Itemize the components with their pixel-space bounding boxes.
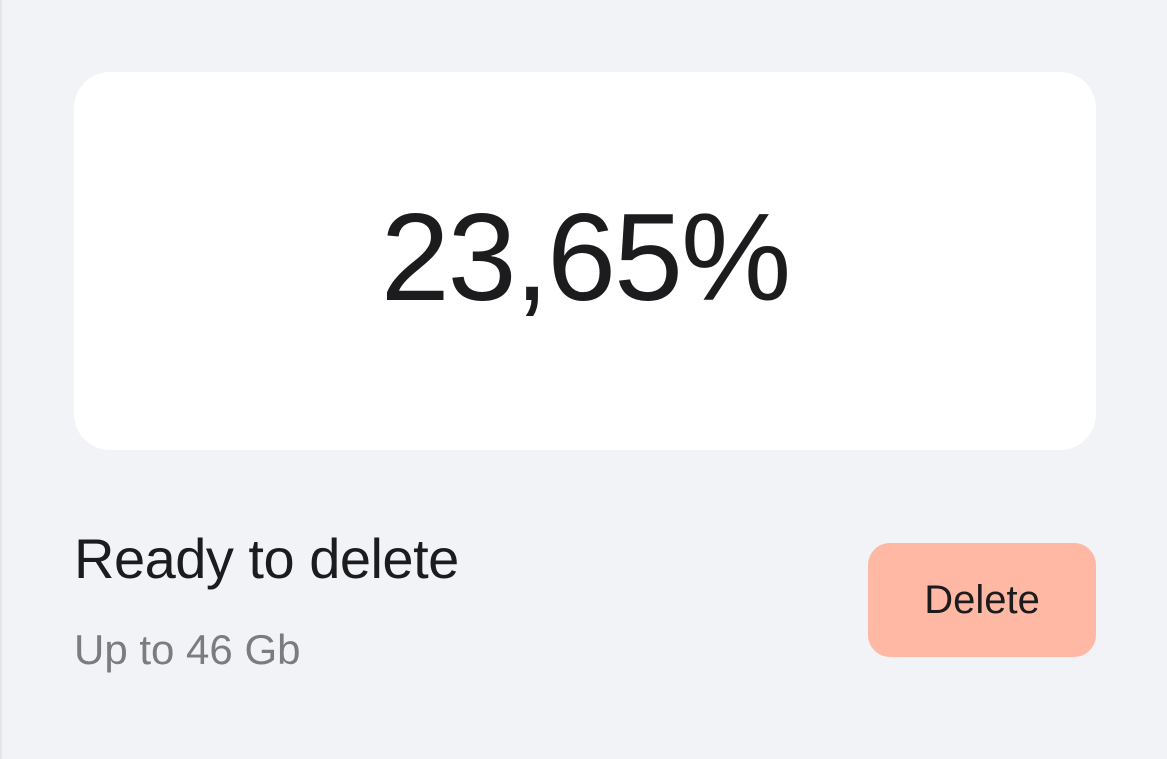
window-edge [0, 0, 2, 759]
usage-percent: 23,65% [380, 189, 792, 327]
usage-card: 23,65% [74, 72, 1096, 450]
status-subtitle: Up to 46 Gb [74, 626, 301, 673]
status-title: Ready to delete [74, 527, 459, 590]
delete-button[interactable]: Delete [868, 543, 1096, 657]
